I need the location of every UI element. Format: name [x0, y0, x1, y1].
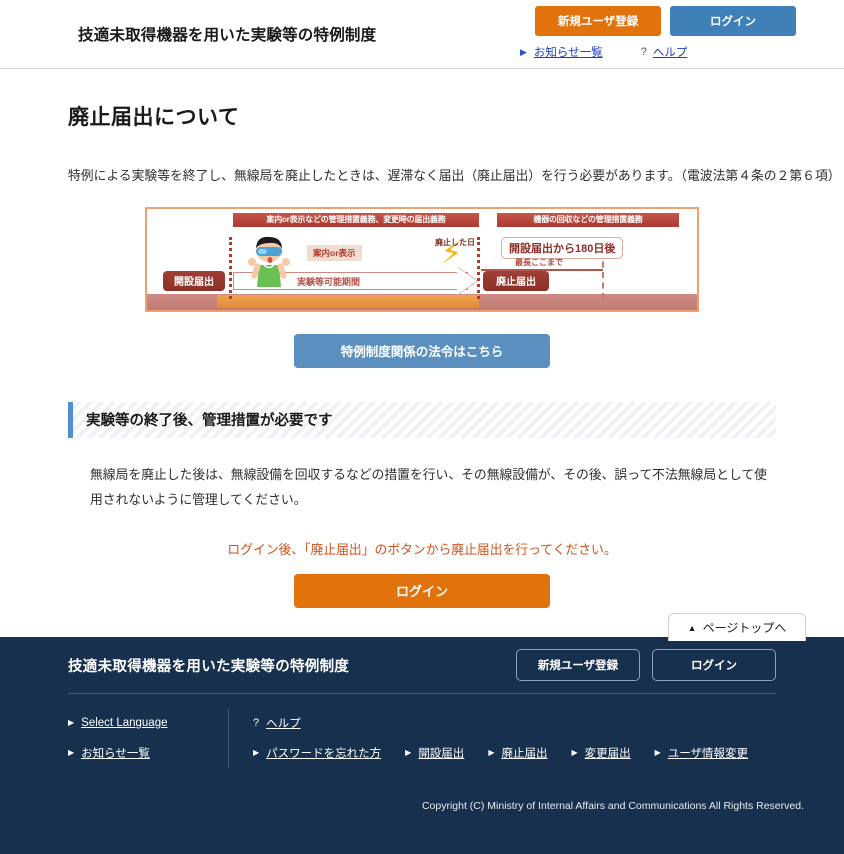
lead-paragraph: 特例による実験等を終了し、無線局を廃止したときは、遅滞なく届出（廃止届出）を行う…: [68, 168, 841, 183]
triangle-right-icon: ▶: [488, 748, 495, 757]
footer-link-open-notification[interactable]: ▶ 開設届出: [405, 745, 464, 761]
diagram-note-max: 最長ここまで: [515, 257, 563, 267]
triangle-up-icon: ▲: [687, 622, 697, 633]
page-top-wrapper: ▲ ページトップへ: [668, 613, 806, 641]
question-mark-icon: ?: [253, 717, 260, 729]
footer-right-row-1: ? ヘルプ: [253, 708, 776, 738]
diagram-callout: 案内or表示: [307, 244, 362, 261]
main-login-button-row: ログイン: [68, 573, 776, 608]
footer-links-left-column: ▶ Select Language ▶ お知らせ一覧: [68, 708, 229, 768]
diagram-chip-close: 廃止届出: [483, 270, 549, 291]
law-link-button[interactable]: 特例制度関係の法令はこちら: [294, 333, 550, 368]
footer-link-user-info-change-label[interactable]: ユーザ情報変更: [668, 745, 748, 761]
diagram-band-left: 案内or表示などの管理措置義務、変更時の届出義務: [233, 212, 479, 227]
triangle-right-icon: ▶: [405, 748, 412, 757]
vr-user-illustration: [248, 236, 290, 287]
procedure-timeline-diagram: 案内or表示などの管理措置義務、変更時の届出義務 機器の回収などの管理措置義務 …: [145, 206, 699, 312]
footer-link-help[interactable]: ? ヘルプ: [253, 715, 301, 731]
law-button-row: 特例制度関係の法令はこちら: [68, 333, 776, 368]
login-button[interactable]: ログイン: [670, 6, 796, 36]
site-footer: 技適未取得機器を用いた実験等の特例制度 新規ユーザ登録 ログイン ▶ Selec…: [0, 637, 844, 854]
site-header: 技適未取得機器を用いた実験等の特例制度 新規ユーザ登録 ログイン ▶ お知らせ一…: [0, 0, 844, 69]
footer-link-select-language[interactable]: ▶ Select Language: [68, 717, 167, 729]
question-mark-icon: ?: [640, 46, 647, 58]
main-page-title: 廃止届出について: [68, 106, 240, 129]
triangle-right-icon: ▶: [253, 748, 260, 757]
footer-left-row-1: ▶ Select Language: [68, 708, 218, 738]
diagram-start-line: [229, 236, 232, 299]
diagram-floor-highlight: [217, 294, 479, 308]
footer-link-help-label[interactable]: ヘルプ: [266, 715, 301, 731]
footer-link-abolition-notification-label[interactable]: 廃止届出: [501, 745, 547, 761]
footer-link-abolition-notification[interactable]: ▶ 廃止届出: [488, 745, 547, 761]
footer-link-forgot-password-label[interactable]: パスワードを忘れた方: [266, 745, 381, 761]
diagram-end-line: [477, 236, 480, 299]
triangle-right-icon: ▶: [520, 46, 527, 57]
page-top-button[interactable]: ▲ ページトップへ: [668, 613, 806, 641]
main-content: 廃止届出について 特例による実験等を終了し、無線局を廃止したときは、遅滞なく届出…: [0, 69, 844, 608]
footer-right-row-2: ▶ パスワードを忘れた方 ▶ 開設届出 ▶ 廃止届出 ▶ 変更届出 ▶ ユーザ情…: [253, 738, 776, 768]
footer-title: 技適未取得機器を用いた実験等の特例制度: [68, 658, 350, 675]
section-body-text: 無線局を廃止した後は、無線設備を回収するなどの措置を行い、その無線設備が、その後…: [90, 466, 767, 507]
header-link-news[interactable]: ▶ お知らせ一覧: [520, 44, 603, 60]
footer-top-bar: 技適未取得機器を用いた実験等の特例制度 新規ユーザ登録 ログイン: [0, 637, 844, 693]
triangle-right-icon: ▶: [68, 718, 75, 727]
page-top-label: ページトップへ: [702, 621, 787, 635]
main-login-button[interactable]: ログイン: [294, 573, 550, 608]
footer-link-change-notification-label[interactable]: 変更届出: [585, 745, 631, 761]
footer-link-news[interactable]: ▶ お知らせ一覧: [68, 745, 150, 761]
footer-register-button[interactable]: 新規ユーザ登録: [516, 649, 640, 681]
footer-link-open-notification-label[interactable]: 開設届出: [418, 745, 464, 761]
footer-link-change-notification[interactable]: ▶ 変更届出: [571, 745, 630, 761]
footer-link-select-language-label[interactable]: Select Language: [81, 717, 167, 729]
header-link-news-label[interactable]: お知らせ一覧: [534, 44, 603, 60]
header-link-help-label[interactable]: ヘルプ: [653, 44, 688, 60]
diagram-chip-open: 開設届出: [163, 270, 225, 291]
footer-left-row-2: ▶ お知らせ一覧: [68, 738, 218, 768]
triangle-right-icon: ▶: [654, 748, 661, 757]
page-title: 技適未取得機器を用いた実験等の特例制度: [78, 27, 377, 44]
notice-text: ログイン後、「廃止届出」のボタンから廃止届出を行ってください。: [227, 541, 617, 557]
footer-links: ▶ Select Language ▶ お知らせ一覧 ? ヘルプ ▶ パスワード…: [0, 708, 844, 768]
diagram-band-right: 機器の回収などの管理措置義務: [497, 212, 679, 227]
triangle-right-icon: ▶: [571, 748, 578, 757]
footer-links-right-column: ? ヘルプ ▶ パスワードを忘れた方 ▶ 開設届出 ▶ 廃止届出 ▶ 変更届出 …: [229, 708, 776, 768]
footer-login-button[interactable]: ログイン: [652, 649, 776, 681]
header-links: ▶ お知らせ一覧 ? ヘルプ: [520, 44, 725, 60]
section-heading: 実験等の終了後、管理措置が必要です: [68, 401, 776, 438]
footer-buttons: 新規ユーザ登録 ログイン: [516, 649, 776, 681]
section-heading-label: 実験等の終了後、管理措置が必要です: [86, 413, 333, 430]
register-button[interactable]: 新規ユーザ登録: [535, 6, 661, 36]
diagram-period-label: 実験等可能期間: [297, 276, 361, 287]
copyright-text: Copyright (C) Ministry of Internal Affai…: [421, 800, 804, 812]
diagram-max-range-line: [481, 268, 603, 271]
triangle-right-icon: ▶: [68, 748, 75, 757]
diagram-arrow-head-icon: [457, 266, 477, 295]
diagram-note-date: 廃止した日: [435, 237, 475, 247]
footer-link-forgot-password[interactable]: ▶ パスワードを忘れた方: [253, 745, 381, 761]
footer-link-news-label[interactable]: お知らせ一覧: [81, 745, 150, 761]
footer-divider: [68, 693, 776, 694]
diagram-180day-box: 開設届出から180日後: [501, 236, 624, 259]
header-link-help[interactable]: ? ヘルプ: [641, 44, 688, 60]
footer-link-user-info-change[interactable]: ▶ ユーザ情報変更: [655, 745, 748, 761]
